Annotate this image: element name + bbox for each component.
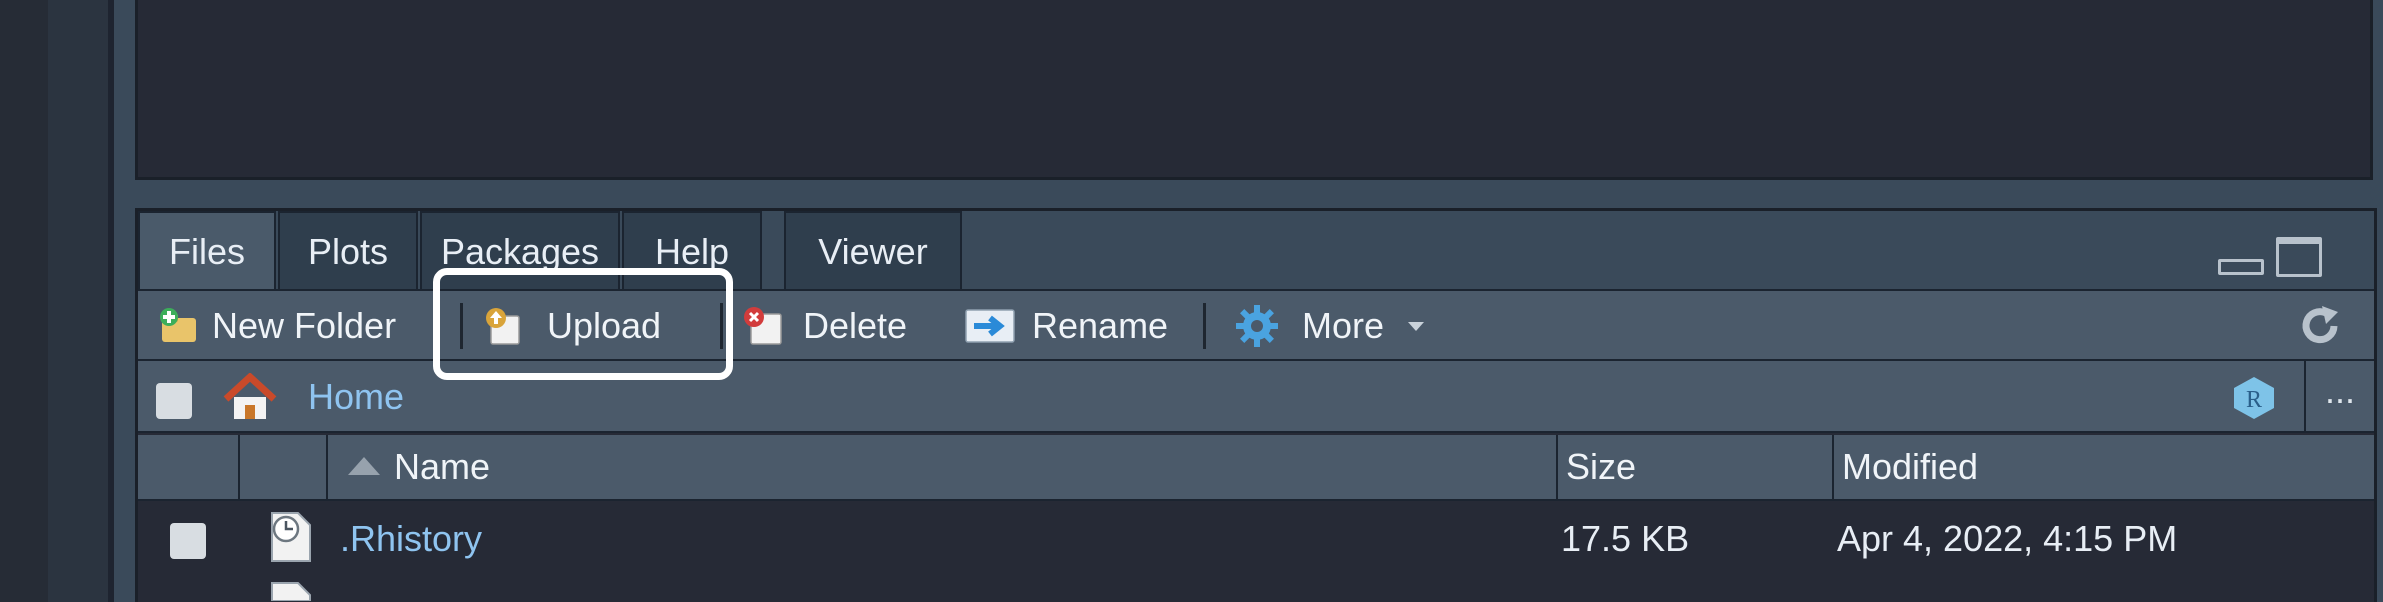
left-strip <box>48 0 108 602</box>
file-list-header: Name Size Modified <box>138 435 2374 501</box>
r-project-icon[interactable]: R <box>2230 375 2278 421</box>
tab-plots[interactable]: Plots <box>278 211 418 289</box>
left-gutter <box>0 0 48 602</box>
column-header-modified[interactable]: Modified <box>1834 435 2380 499</box>
upload-highlight-box <box>433 268 733 380</box>
top-right-pane <box>135 0 2373 180</box>
tab-viewer[interactable]: Viewer <box>784 211 962 289</box>
row-checkbox[interactable] <box>170 523 206 559</box>
go-to-directory-button[interactable]: ... <box>2304 361 2374 433</box>
delete-button[interactable]: Delete <box>743 291 907 361</box>
more-label: More <box>1302 305 1385 346</box>
rename-button[interactable]: Rename <box>964 291 1168 361</box>
delete-label: Delete <box>803 305 908 346</box>
file-icon <box>266 581 314 602</box>
chevron-down-icon <box>1408 321 1425 331</box>
home-icon[interactable] <box>222 372 278 423</box>
refresh-button[interactable] <box>2296 291 2358 361</box>
rename-icon <box>964 306 1018 346</box>
rename-label: Rename <box>1032 305 1169 346</box>
header-check-column <box>138 435 240 499</box>
refresh-icon <box>2296 302 2344 350</box>
column-header-name-label: Name <box>394 446 491 487</box>
table-row: .Rhistory 17.5 KB Apr 4, 2022, 4:15 PM <box>138 503 2374 575</box>
file-name-link[interactable]: .Rhistory <box>340 503 482 575</box>
tab-files[interactable]: Files <box>138 211 276 293</box>
more-button[interactable]: More <box>1234 291 1425 361</box>
file-size: 17.5 KB <box>1561 518 1690 559</box>
column-header-size[interactable]: Size <box>1558 435 1834 499</box>
rstudio-window: Files Plots Packages Help Viewer New Fol… <box>0 0 2383 602</box>
new-folder-icon <box>158 306 198 346</box>
sort-ascending-icon <box>348 457 380 475</box>
gear-icon <box>1234 303 1280 349</box>
file-modified: Apr 4, 2022, 4:15 PM <box>1837 518 2178 559</box>
maximize-pane-icon[interactable] <box>2276 237 2322 277</box>
svg-text:R: R <box>2246 387 2262 413</box>
toolbar-separator <box>1203 303 1206 349</box>
delete-icon <box>743 306 783 346</box>
header-icon-column <box>240 435 328 499</box>
history-file-icon <box>266 509 314 565</box>
select-all-checkbox[interactable] <box>156 383 192 419</box>
new-folder-label: New Folder <box>212 305 397 346</box>
column-header-name[interactable]: Name <box>328 435 1558 499</box>
new-folder-button[interactable]: New Folder <box>158 291 396 361</box>
minimize-pane-icon[interactable] <box>2218 259 2264 275</box>
breadcrumb-home[interactable]: Home <box>308 361 404 433</box>
